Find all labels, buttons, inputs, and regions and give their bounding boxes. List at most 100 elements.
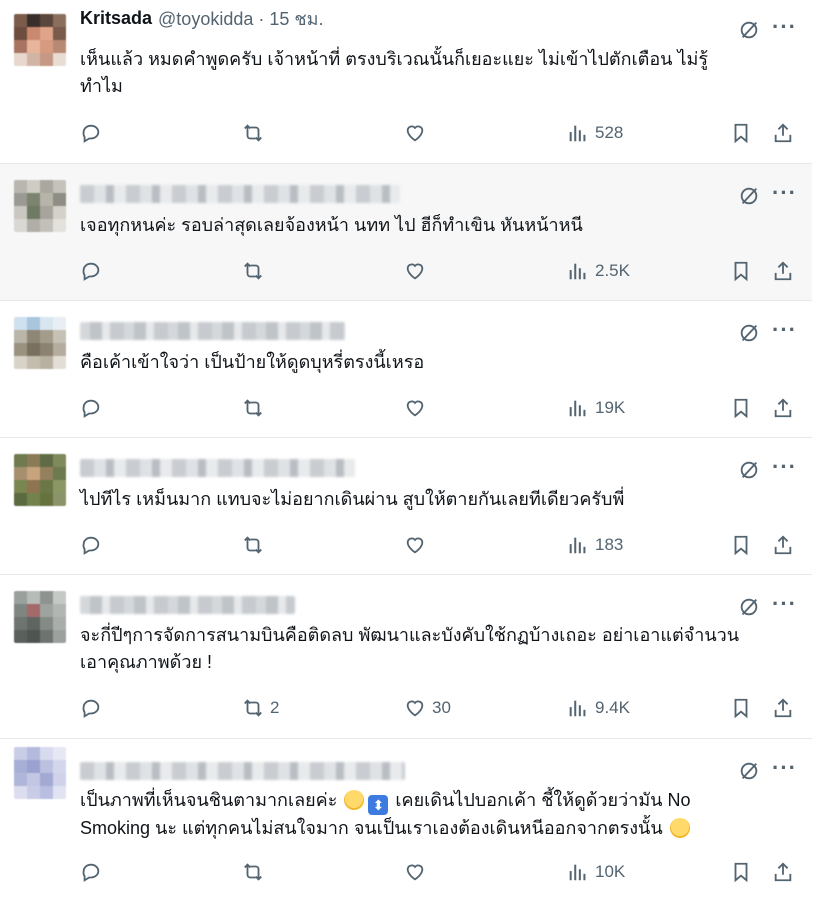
reply-post[interactable]: ··· จะกี่ปีๆการจัดการสนามบินคือติดลบ พัฒ… (0, 575, 812, 739)
user-handle[interactable]: @toyokidda · 15 ชม. (158, 4, 323, 33)
more-icon[interactable]: ··· (772, 182, 796, 208)
grok-icon[interactable] (738, 322, 760, 344)
repost-button[interactable] (242, 120, 270, 146)
grok-icon[interactable] (738, 459, 760, 481)
views-icon (569, 864, 586, 881)
up-down-arrow-icon: ⬍ (368, 795, 389, 815)
action-bar: 2 30 9.4K (80, 695, 802, 721)
reply-button[interactable] (80, 120, 108, 146)
reply-post[interactable]: ··· เจอทุกหนค่ะ รอบล่าสุดเลยจ้องหน้า นทท… (0, 164, 812, 301)
reply-post[interactable]: ··· คือเค้าเข้าใจว่า เป็นป้ายให้ดูดบุหรี… (0, 301, 812, 438)
post-header (80, 182, 400, 206)
reply-icon (82, 124, 100, 143)
avatar[interactable] (14, 14, 66, 66)
face-holding-back-tears-icon (669, 818, 690, 838)
action-bar: 2.5K (80, 258, 802, 284)
more-icon[interactable]: ··· (772, 593, 796, 619)
share-button[interactable] (772, 120, 794, 146)
like-icon (406, 537, 424, 554)
share-button[interactable] (772, 695, 794, 721)
reply-button[interactable] (80, 859, 108, 885)
bookmark-icon (734, 862, 748, 883)
share-button[interactable] (772, 258, 794, 284)
share-button[interactable] (772, 395, 794, 421)
like-icon (406, 263, 424, 280)
views-button[interactable]: 9.4K (567, 695, 630, 721)
avatar[interactable] (14, 180, 66, 232)
share-icon (774, 123, 792, 143)
reply-button[interactable] (80, 695, 108, 721)
bookmark-button[interactable] (730, 258, 752, 284)
like-button[interactable] (404, 120, 432, 146)
blurred-username[interactable] (80, 322, 345, 340)
like-button[interactable] (404, 859, 432, 885)
post-text: คือเค้าเข้าใจว่า เป็นป้ายให้ดูดบุหรี่ตรง… (80, 352, 425, 372)
repost-button[interactable] (242, 395, 270, 421)
blurred-username[interactable] (80, 596, 295, 614)
bookmark-button[interactable] (730, 532, 752, 558)
more-icon[interactable]: ··· (772, 16, 796, 42)
repost-icon (244, 124, 262, 142)
blurred-username[interactable] (80, 185, 400, 203)
display-name[interactable]: Kritsada (80, 8, 152, 29)
share-button[interactable] (772, 532, 794, 558)
avatar[interactable] (14, 747, 66, 799)
more-icon[interactable]: ··· (772, 319, 796, 345)
repost-count: 2 (270, 698, 280, 717)
reply-button[interactable] (80, 258, 108, 284)
view-count: 2.5K (595, 261, 630, 280)
action-bar: 10K (80, 859, 802, 885)
views-icon (569, 125, 586, 142)
repost-button[interactable] (242, 532, 270, 558)
action-bar: 183 (80, 532, 802, 558)
bookmark-button[interactable] (730, 859, 752, 885)
grok-icon[interactable] (738, 760, 760, 782)
post-text: เจอทุกหนค่ะ รอบล่าสุดเลยจ้องหน้า นทท ไป … (80, 215, 583, 235)
share-icon (774, 398, 792, 418)
post-header (80, 759, 405, 783)
bookmark-icon (734, 261, 748, 282)
repost-button[interactable] (242, 859, 270, 885)
reply-icon (82, 399, 100, 418)
reply-feed: Kritsada @toyokidda · 15 ชม. ··· เห็นแล้… (0, 0, 820, 906)
repost-icon (244, 699, 262, 717)
reply-button[interactable] (80, 395, 108, 421)
views-button[interactable]: 183 (567, 532, 623, 558)
share-icon (774, 535, 792, 555)
bookmark-icon (734, 698, 748, 719)
reply-post[interactable]: ··· เป็นภาพที่เห็นจนชินตามากเลยค่ะ ⬍ เคย… (0, 739, 812, 906)
bookmark-button[interactable] (730, 395, 752, 421)
like-button[interactable] (404, 258, 432, 284)
view-count: 9.4K (595, 698, 630, 717)
grok-icon[interactable] (738, 19, 760, 41)
like-button[interactable]: 30 (404, 695, 451, 721)
like-button[interactable] (404, 395, 432, 421)
views-button[interactable]: 10K (567, 859, 625, 885)
bookmark-button[interactable] (730, 695, 752, 721)
views-button[interactable]: 2.5K (567, 258, 630, 284)
like-button[interactable] (404, 532, 432, 558)
like-icon (406, 125, 424, 142)
repost-icon (244, 399, 262, 417)
repost-button[interactable] (242, 258, 270, 284)
avatar[interactable] (14, 454, 66, 506)
avatar[interactable] (14, 317, 66, 369)
repost-button[interactable]: 2 (242, 695, 279, 721)
blurred-username[interactable] (80, 459, 355, 477)
more-icon[interactable]: ··· (772, 757, 796, 783)
post-text: เห็นแล้ว หมดคำพูดครับ เจ้าหน้าที่ ตรงบริ… (80, 49, 709, 96)
views-button[interactable]: 19K (567, 395, 625, 421)
share-icon (774, 261, 792, 281)
reply-button[interactable] (80, 532, 108, 558)
share-button[interactable] (772, 859, 794, 885)
reply-post[interactable]: ··· ไปทีไร เหม็นมาก แทบจะไม่อยากเดินผ่าน… (0, 438, 812, 575)
grok-icon[interactable] (738, 596, 760, 618)
more-icon[interactable]: ··· (772, 456, 796, 482)
bookmark-button[interactable] (730, 120, 752, 146)
blurred-username[interactable] (80, 762, 405, 780)
reply-post[interactable]: Kritsada @toyokidda · 15 ชม. ··· เห็นแล้… (0, 0, 812, 164)
like-icon (406, 864, 424, 881)
avatar[interactable] (14, 591, 66, 643)
grok-icon[interactable] (738, 185, 760, 207)
views-button[interactable]: 528 (567, 120, 623, 146)
